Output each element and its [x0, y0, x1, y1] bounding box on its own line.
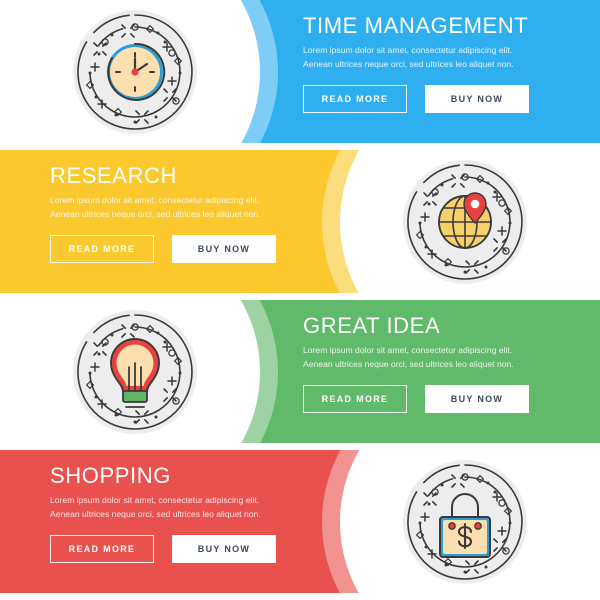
buy-now-button[interactable]: BUY NOW [172, 234, 276, 263]
banner-actions: READ MORE BUY NOW [303, 384, 553, 413]
read-more-button[interactable]: READ MORE [50, 234, 154, 263]
banner-title: SHOPPING [50, 463, 171, 488]
banner-time-management: TIME MANAGEMENT Lorem ipsum dolor sit ame… [0, 0, 600, 143]
banner-separator [0, 293, 600, 300]
buy-now-button[interactable]: BUY NOW [425, 84, 529, 113]
banner-separator [0, 443, 600, 450]
buy-now-button[interactable]: BUY NOW [425, 384, 529, 413]
banner-actions: READ MORE BUY NOW [303, 84, 553, 113]
clock-icon [72, 9, 198, 135]
banner-actions: READ MORE BUY NOW [50, 234, 300, 263]
banner-content: SHOPPING Lorem ipsum dolor sit amet, cons… [50, 463, 300, 563]
banner-research: RESEARCH Lorem ipsum dolor sit amet, cons… [0, 150, 600, 293]
shopping-bag-dollar-icon [402, 459, 528, 585]
banner-title: TIME MANAGEMENT [303, 13, 529, 38]
banner-description: Lorem ipsum dolor sit amet, consectetur … [303, 345, 514, 369]
banner-actions: READ MORE BUY NOW [50, 534, 300, 563]
lightbulb-icon [72, 309, 198, 435]
banner-content: RESEARCH Lorem ipsum dolor sit amet, cons… [50, 163, 300, 263]
banner-description: Lorem ipsum dolor sit amet, consectetur … [50, 495, 261, 519]
read-more-button[interactable]: READ MORE [303, 384, 407, 413]
globe-location-icon [402, 159, 528, 285]
banner-description: Lorem ipsum dolor sit amet, consectetur … [50, 195, 261, 219]
banner-content: GREAT IDEA Lorem ipsum dolor sit amet, co… [303, 313, 553, 413]
banner-set: TIME MANAGEMENT Lorem ipsum dolor sit ame… [0, 0, 600, 600]
banner-title: GREAT IDEA [303, 313, 441, 338]
banner-content: TIME MANAGEMENT Lorem ipsum dolor sit ame… [303, 13, 553, 113]
buy-now-button[interactable]: BUY NOW [172, 534, 276, 563]
banner-title: RESEARCH [50, 163, 178, 188]
banner-separator [0, 143, 600, 150]
read-more-button[interactable]: READ MORE [50, 534, 154, 563]
banner-great-idea: GREAT IDEA Lorem ipsum dolor sit amet, co… [0, 300, 600, 443]
banner-shopping: SHOPPING Lorem ipsum dolor sit amet, cons… [0, 450, 600, 593]
banner-description: Lorem ipsum dolor sit amet, consectetur … [303, 45, 514, 69]
read-more-button[interactable]: READ MORE [303, 84, 407, 113]
